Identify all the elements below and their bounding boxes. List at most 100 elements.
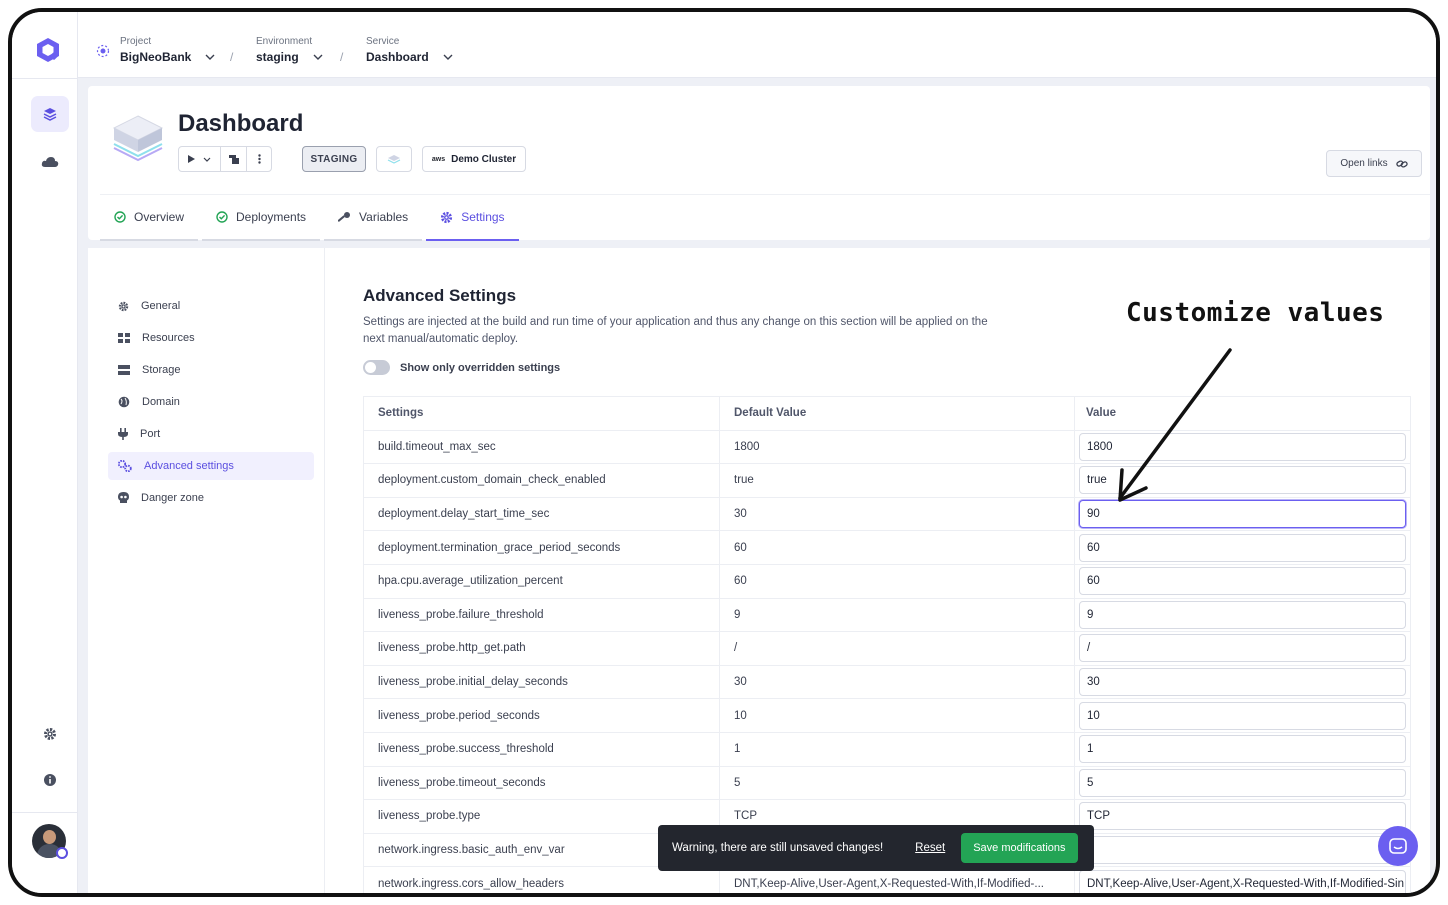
setting-default-value: 60 — [720, 564, 1075, 598]
settings-nav-danger-zone[interactable]: Danger zone — [108, 484, 314, 512]
table-row: deployment.termination_grace_period_seco… — [364, 531, 1410, 565]
cube-mini-icon — [387, 155, 401, 164]
setting-value-cell — [1075, 867, 1410, 893]
deploy-dropdown-button[interactable] — [179, 147, 221, 171]
service-actions-group — [178, 146, 272, 172]
setting-value-input[interactable] — [1079, 768, 1406, 797]
cluster-name: Demo Cluster — [451, 153, 517, 165]
setting-key: hpa.cpu.average_utilization_percent — [364, 564, 720, 598]
rail-settings-button[interactable] — [31, 716, 69, 752]
breadcrumb-service[interactable]: Service Dashboard — [366, 36, 453, 64]
breadcrumb-environment[interactable]: Environment staging — [256, 36, 323, 64]
nav-label: Port — [140, 428, 161, 440]
tab-settings[interactable]: Settings — [426, 195, 519, 241]
callout-text: Customize values — [1126, 298, 1385, 328]
settings-nav-resources[interactable]: Resources — [108, 324, 314, 352]
plug-icon — [118, 428, 128, 440]
setting-value-cell — [1075, 834, 1410, 867]
setting-default-value: 30 — [720, 497, 1075, 531]
setting-key: liveness_probe.period_seconds — [364, 699, 720, 732]
settings-sidenav: General Resources Storage Domain Port Ad… — [88, 248, 325, 893]
open-links-button[interactable]: Open links — [1326, 150, 1422, 177]
scroll-icon — [228, 154, 239, 164]
tab-deployments[interactable]: Deployments — [202, 195, 321, 241]
service-cube-icon — [112, 115, 164, 162]
setting-default-value: 1800 — [720, 430, 1075, 464]
tab-variables[interactable]: Variables — [324, 195, 423, 241]
chat-support-button[interactable] — [1378, 826, 1418, 866]
service-header: Dashboard STAGING aws Demo Cluster Open … — [88, 86, 1430, 241]
tab-label: Settings — [461, 210, 505, 224]
setting-key: deployment.custom_domain_check_enabled — [364, 464, 720, 497]
setting-default-value: true — [720, 464, 1075, 497]
setting-default-value: 1 — [720, 732, 1075, 766]
table-row: liveness_probe.timeout_seconds 5 — [364, 766, 1410, 801]
chevron-down-icon — [205, 54, 215, 60]
resources-icon — [118, 333, 130, 343]
rail-layers-button[interactable] — [31, 96, 69, 132]
logs-button[interactable] — [221, 147, 247, 171]
tab-overview[interactable]: Overview — [100, 195, 199, 241]
toggle-label: Show only overridden settings — [400, 362, 561, 374]
table-row: deployment.custom_domain_check_enabled tr… — [364, 464, 1410, 498]
overridden-only-toggle[interactable] — [363, 360, 390, 375]
breadcrumb-label: Service — [366, 36, 400, 47]
setting-value-cell — [1075, 767, 1410, 800]
service-type-badge — [376, 146, 412, 172]
setting-value-input[interactable] — [1079, 533, 1406, 562]
table-row: deployment.delay_start_time_sec 30 — [364, 497, 1410, 532]
setting-value-input[interactable] — [1079, 600, 1406, 629]
setting-default-value: 30 — [720, 665, 1075, 699]
reset-button[interactable]: Reset — [915, 842, 945, 854]
setting-value-cell — [1075, 800, 1410, 833]
breadcrumb-value: BigNeoBank — [120, 50, 192, 64]
setting-value-input[interactable] — [1079, 701, 1406, 730]
layers-icon — [43, 108, 57, 121]
globe-icon — [118, 396, 130, 408]
check-circle-icon — [216, 211, 228, 223]
nav-label: Domain — [142, 396, 180, 408]
settings-nav-domain[interactable]: Domain — [108, 388, 314, 416]
setting-default-value: DNT,Keep-Alive,User-Agent,X-Requested-Wi… — [720, 867, 1075, 893]
settings-nav-general[interactable]: General — [108, 292, 314, 320]
nav-label: Danger zone — [141, 492, 204, 504]
gear-icon — [44, 728, 56, 740]
cluster-badge[interactable]: aws Demo Cluster — [422, 146, 526, 172]
setting-value-input[interactable] — [1079, 634, 1406, 663]
setting-value-cell — [1075, 632, 1410, 665]
settings-nav-port[interactable]: Port — [108, 420, 314, 448]
setting-value-input[interactable] — [1079, 567, 1406, 596]
breadcrumb-project[interactable]: Project BigNeoBank — [120, 36, 215, 64]
chevron-down-icon — [203, 157, 211, 162]
settings-nav-storage[interactable]: Storage — [108, 356, 314, 384]
more-options-button[interactable] — [247, 147, 271, 171]
setting-value-cell — [1075, 699, 1410, 732]
setting-key: deployment.termination_grace_period_seco… — [364, 531, 720, 564]
breadcrumb-separator: / — [230, 50, 234, 64]
unsaved-changes-toast: Warning, there are still unsaved changes… — [658, 825, 1094, 871]
service-tabs: Overview Deployments Variables Settings — [100, 194, 1430, 241]
settings-nav-advanced[interactable]: Advanced settings — [108, 452, 314, 480]
setting-value-input[interactable] — [1079, 869, 1406, 893]
table-row: liveness_probe.failure_threshold 9 — [364, 598, 1410, 633]
column-header: Settings — [364, 397, 720, 430]
setting-value-input[interactable] — [1079, 802, 1406, 831]
breadcrumb-value: staging — [256, 50, 299, 64]
nav-label: General — [141, 300, 181, 312]
setting-value-input[interactable] — [1079, 735, 1406, 764]
gear-icon — [118, 301, 129, 311]
breadcrumb-value: Dashboard — [366, 50, 429, 64]
rail-info-button[interactable] — [31, 762, 69, 798]
setting-value-input[interactable] — [1079, 668, 1406, 697]
save-modifications-button[interactable]: Save modifications — [961, 833, 1078, 863]
setting-default-value: 10 — [720, 699, 1075, 732]
project-icon — [96, 44, 110, 58]
setting-key: network.ingress.cors_allow_headers — [364, 867, 720, 893]
setting-key: liveness_probe.success_threshold — [364, 732, 720, 766]
storage-icon — [118, 365, 130, 375]
setting-value-input[interactable] — [1079, 836, 1406, 865]
qovery-logo-icon[interactable] — [34, 36, 62, 64]
chevron-down-icon — [443, 54, 453, 60]
column-header: Default Value — [720, 397, 1075, 430]
rail-cloud-button[interactable] — [31, 144, 69, 180]
